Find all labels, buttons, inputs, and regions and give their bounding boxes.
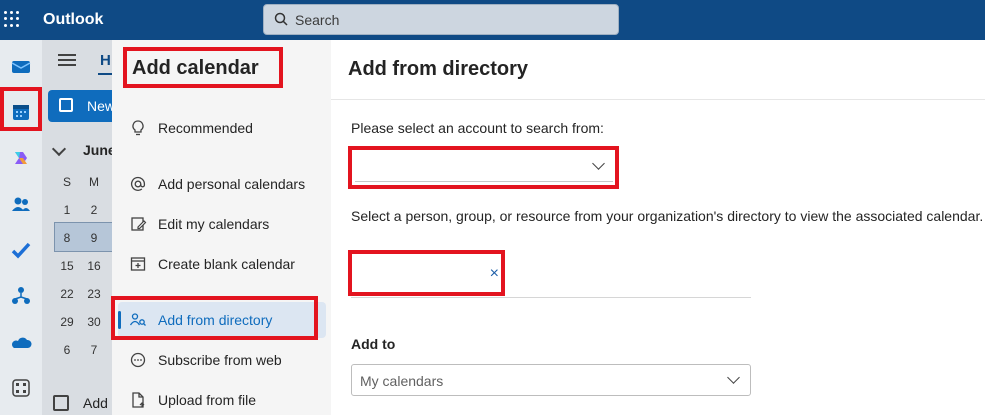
- add-from-directory-panel: Add from directory Please select an acco…: [331, 40, 985, 415]
- nav-item-label: Upload from file: [158, 392, 257, 408]
- chevron-down-icon: [727, 371, 740, 384]
- people-search-icon: [118, 311, 158, 329]
- search-placeholder: Search: [295, 12, 340, 28]
- hamburger-icon[interactable]: [58, 54, 76, 66]
- directory-prompt: Select a person, group, or resource from…: [351, 208, 984, 224]
- panel-title: Add from directory: [348, 58, 529, 80]
- month-label[interactable]: June: [83, 142, 112, 158]
- search-icon: [274, 12, 288, 26]
- dialog-title: Add calendar: [132, 57, 259, 79]
- nav-item-label: Add from directory: [158, 312, 273, 328]
- chevron-down-icon[interactable]: [51, 141, 67, 157]
- account-dropdown[interactable]: [355, 152, 613, 182]
- nav-item-edit-calendars[interactable]: Edit my calendars: [118, 206, 326, 242]
- calendar-icon[interactable]: [0, 94, 42, 130]
- add-to-label: Add to: [351, 336, 396, 352]
- mail-icon[interactable]: [0, 48, 42, 84]
- weekday-header: S: [62, 175, 71, 189]
- add-to-dropdown[interactable]: My calendars: [351, 364, 751, 396]
- weekday-header: M: [89, 175, 99, 189]
- nav-item-add-personal[interactable]: Add personal calendars: [118, 166, 326, 202]
- nav-item-subscribe-web[interactable]: Subscribe from web: [118, 342, 326, 378]
- file-upload-icon: [118, 391, 158, 409]
- nav-item-upload-file[interactable]: Upload from file: [118, 382, 326, 415]
- nav-item-label: Subscribe from web: [158, 352, 282, 368]
- add-calendar-link[interactable]: Add: [83, 395, 108, 411]
- tab-home[interactable]: H: [100, 52, 111, 69]
- apps-icon[interactable]: [0, 370, 42, 406]
- add-calendar-icon[interactable]: [53, 395, 69, 411]
- nav-item-label: Edit my calendars: [158, 216, 270, 232]
- day-cell[interactable]: 8: [55, 231, 79, 245]
- tab-home-underline: [98, 73, 112, 75]
- day-cell[interactable]: 15: [55, 259, 79, 273]
- calendar-pane: H New June S M 1 2 8 9 15 16 22 23 29 30…: [42, 40, 112, 415]
- day-cell[interactable]: 9: [82, 231, 106, 245]
- new-event-button[interactable]: New: [48, 90, 112, 122]
- day-cell[interactable]: 30: [82, 315, 106, 329]
- app-rail: [0, 40, 42, 415]
- day-cell[interactable]: 7: [82, 343, 106, 357]
- top-bar: Outlook Search: [0, 0, 985, 40]
- nav-item-create-blank[interactable]: Create blank calendar: [118, 246, 326, 282]
- panel-header: Add from directory: [331, 40, 985, 100]
- nav-item-label: Create blank calendar: [158, 256, 295, 272]
- day-cell[interactable]: 23: [82, 287, 106, 301]
- calendar-add-icon: [118, 255, 158, 273]
- close-icon[interactable]: ×: [490, 265, 499, 283]
- add-calendar-nav: Add calendar Recommended Add personal ca…: [112, 40, 331, 415]
- app-launcher-icon[interactable]: [4, 11, 20, 27]
- day-cell[interactable]: 2: [82, 203, 106, 217]
- edit-icon: [118, 215, 158, 233]
- app-title: Outlook: [43, 11, 104, 28]
- new-event-label: New: [87, 98, 112, 114]
- day-cell[interactable]: 1: [55, 203, 79, 217]
- person-search-input[interactable]: ×: [355, 262, 501, 290]
- onedrive-icon[interactable]: [0, 324, 42, 360]
- day-cell[interactable]: 6: [55, 343, 79, 357]
- calendar-new-icon: [59, 98, 73, 112]
- lightbulb-icon: [118, 119, 158, 137]
- copilot-icon[interactable]: [0, 140, 42, 176]
- nav-item-label: Add personal calendars: [158, 176, 306, 192]
- nav-item-add-from-directory[interactable]: Add from directory: [118, 302, 326, 338]
- nav-item-recommended[interactable]: Recommended: [118, 110, 326, 146]
- todo-icon[interactable]: [0, 232, 42, 268]
- chevron-down-icon: [592, 157, 605, 170]
- day-cell[interactable]: 29: [55, 315, 79, 329]
- day-cell[interactable]: 16: [82, 259, 106, 273]
- at-icon: [118, 175, 158, 193]
- account-prompt: Please select an account to search from:: [351, 120, 604, 136]
- divider: [351, 297, 751, 298]
- org-icon[interactable]: [0, 278, 42, 314]
- web-icon: [118, 351, 158, 369]
- nav-item-label: Recommended: [158, 120, 253, 136]
- day-cell[interactable]: 22: [55, 287, 79, 301]
- search-box[interactable]: Search: [263, 4, 619, 35]
- people-icon[interactable]: [0, 186, 42, 222]
- add-to-value: My calendars: [360, 373, 444, 389]
